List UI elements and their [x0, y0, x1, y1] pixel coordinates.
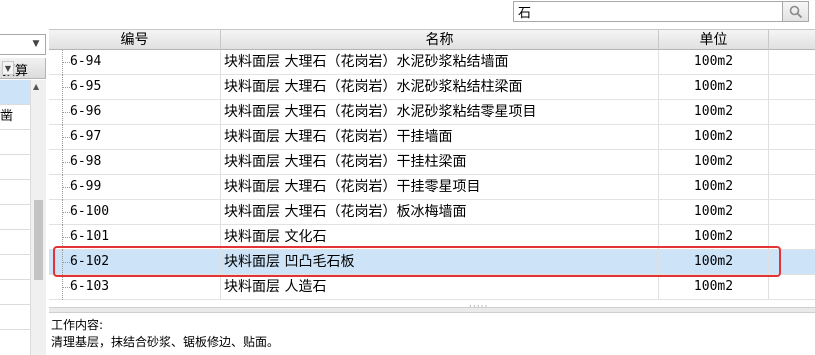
row-name: 块料面层 大理石（花岗岩）水泥砂浆粘结墙面 [221, 50, 659, 74]
row-code: 6-100 [49, 200, 221, 224]
left-list-item[interactable] [0, 280, 30, 305]
panel-splitter[interactable]: ····· [49, 302, 815, 313]
row-unit: 100m2 [659, 250, 769, 274]
table-row[interactable]: 6-100 块料面层 大理石（花岗岩）板冰梅墙面 100m2 [49, 200, 815, 225]
row-code: 6-97 [49, 125, 221, 149]
row-name: 块料面层 大理石（花岗岩）水泥砂浆粘结柱梁面 [221, 75, 659, 99]
left-list-item[interactable]: 凿 [0, 105, 30, 130]
left-list: 凿 [0, 80, 30, 330]
splitter-grip-icon: ····· [469, 302, 489, 312]
row-name: 块料面层 大理石（花岗岩）干挂柱梁面 [221, 150, 659, 174]
row-unit: 100m2 [659, 175, 769, 199]
left-dropdown[interactable]: ▼ [0, 34, 46, 55]
row-name: 块料面层 大理石（花岗岩）干挂零星项目 [221, 175, 659, 199]
search-field[interactable] [513, 1, 783, 22]
left-list-item[interactable] [0, 255, 30, 280]
left-list-item[interactable] [0, 230, 30, 255]
row-name: 块料面层 大理石（花岗岩）板冰梅墙面 [221, 200, 659, 224]
table-row[interactable]: 6-94 块料面层 大理石（花岗岩）水泥砂浆粘结墙面 100m2 [49, 50, 815, 75]
row-unit: 100m2 [659, 200, 769, 224]
table-row[interactable]: 6-96 块料面层 大理石（花岗岩）水泥砂浆粘结零星项目 100m2 [49, 100, 815, 125]
row-unit: 100m2 [659, 100, 769, 124]
left-column-header[interactable]: 预算 ▼ [0, 58, 46, 79]
chevron-up-icon[interactable]: ▲ [33, 82, 39, 91]
scrollbar-thumb[interactable] [34, 200, 43, 280]
column-header-unit[interactable]: 单位 [659, 30, 769, 50]
row-code: 6-95 [49, 75, 221, 99]
work-content-text: 清理基层，抹结合砂浆、锯板修边、贴面。 [51, 335, 280, 349]
chevron-down-icon: ▼ [32, 39, 40, 49]
search-icon [789, 5, 803, 19]
chevron-down-icon[interactable]: ▼ [2, 61, 14, 75]
left-list-item[interactable] [0, 80, 30, 105]
row-name: 块料面层 人造石 [221, 275, 659, 299]
row-code: 6-98 [49, 150, 221, 174]
table-header: 编号 名称 单位 [49, 29, 815, 50]
left-list-item[interactable] [0, 305, 30, 330]
table-row[interactable]: 6-99 块料面层 大理石（花岗岩）干挂零星项目 100m2 [49, 175, 815, 200]
search-button[interactable] [783, 1, 809, 22]
left-scrollbar[interactable]: ▲ [30, 80, 46, 355]
row-code: 6-103 [49, 275, 221, 299]
row-name: 块料面层 大理石（花岗岩）水泥砂浆粘结零星项目 [221, 100, 659, 124]
table-row[interactable]: 6-101 块料面层 文化石 100m2 [49, 225, 815, 250]
row-unit: 100m2 [659, 225, 769, 249]
row-unit: 100m2 [659, 125, 769, 149]
quota-table: 编号 名称 单位 6-94 块料面层 大理石（花岗岩）水泥砂浆粘结墙面 100m… [49, 29, 815, 307]
row-code: 6-96 [49, 100, 221, 124]
table-row[interactable]: 6-98 块料面层 大理石（花岗岩）干挂柱梁面 100m2 [49, 150, 815, 175]
row-code: 6-99 [49, 175, 221, 199]
work-content-panel: 工作内容: 清理基层，抹结合砂浆、锯板修边、贴面。 [49, 314, 815, 355]
row-code: 6-94 [49, 50, 221, 74]
row-name: 块料面层 凹凸毛石板 [221, 250, 659, 274]
row-code: 6-101 [49, 225, 221, 249]
table-row-selected[interactable]: 6-102 块料面层 凹凸毛石板 100m2 [49, 250, 815, 275]
row-name: 块料面层 大理石（花岗岩）干挂墙面 [221, 125, 659, 149]
left-list-item[interactable] [0, 205, 30, 230]
row-unit: 100m2 [659, 275, 769, 299]
row-code: 6-102 [49, 250, 221, 274]
row-unit: 100m2 [659, 50, 769, 74]
work-content-title: 工作内容: [51, 318, 104, 332]
row-unit: 100m2 [659, 75, 769, 99]
left-list-item[interactable] [0, 130, 30, 155]
column-header-code[interactable]: 编号 [49, 30, 221, 50]
table-row[interactable]: 6-95 块料面层 大理石（花岗岩）水泥砂浆粘结柱梁面 100m2 [49, 75, 815, 100]
table-body: 6-94 块料面层 大理石（花岗岩）水泥砂浆粘结墙面 100m2 6-95 块料… [49, 50, 815, 300]
column-header-name[interactable]: 名称 [221, 30, 659, 50]
left-panel: ▼ 预算 ▼ 凿 ▲ [0, 29, 48, 355]
search-input[interactable] [514, 2, 782, 21]
left-list-item[interactable] [0, 155, 30, 180]
row-name: 块料面层 文化石 [221, 225, 659, 249]
table-row[interactable]: 6-97 块料面层 大理石（花岗岩）干挂墙面 100m2 [49, 125, 815, 150]
row-unit: 100m2 [659, 150, 769, 174]
table-row[interactable]: 6-103 块料面层 人造石 100m2 [49, 275, 815, 300]
left-list-item[interactable] [0, 180, 30, 205]
